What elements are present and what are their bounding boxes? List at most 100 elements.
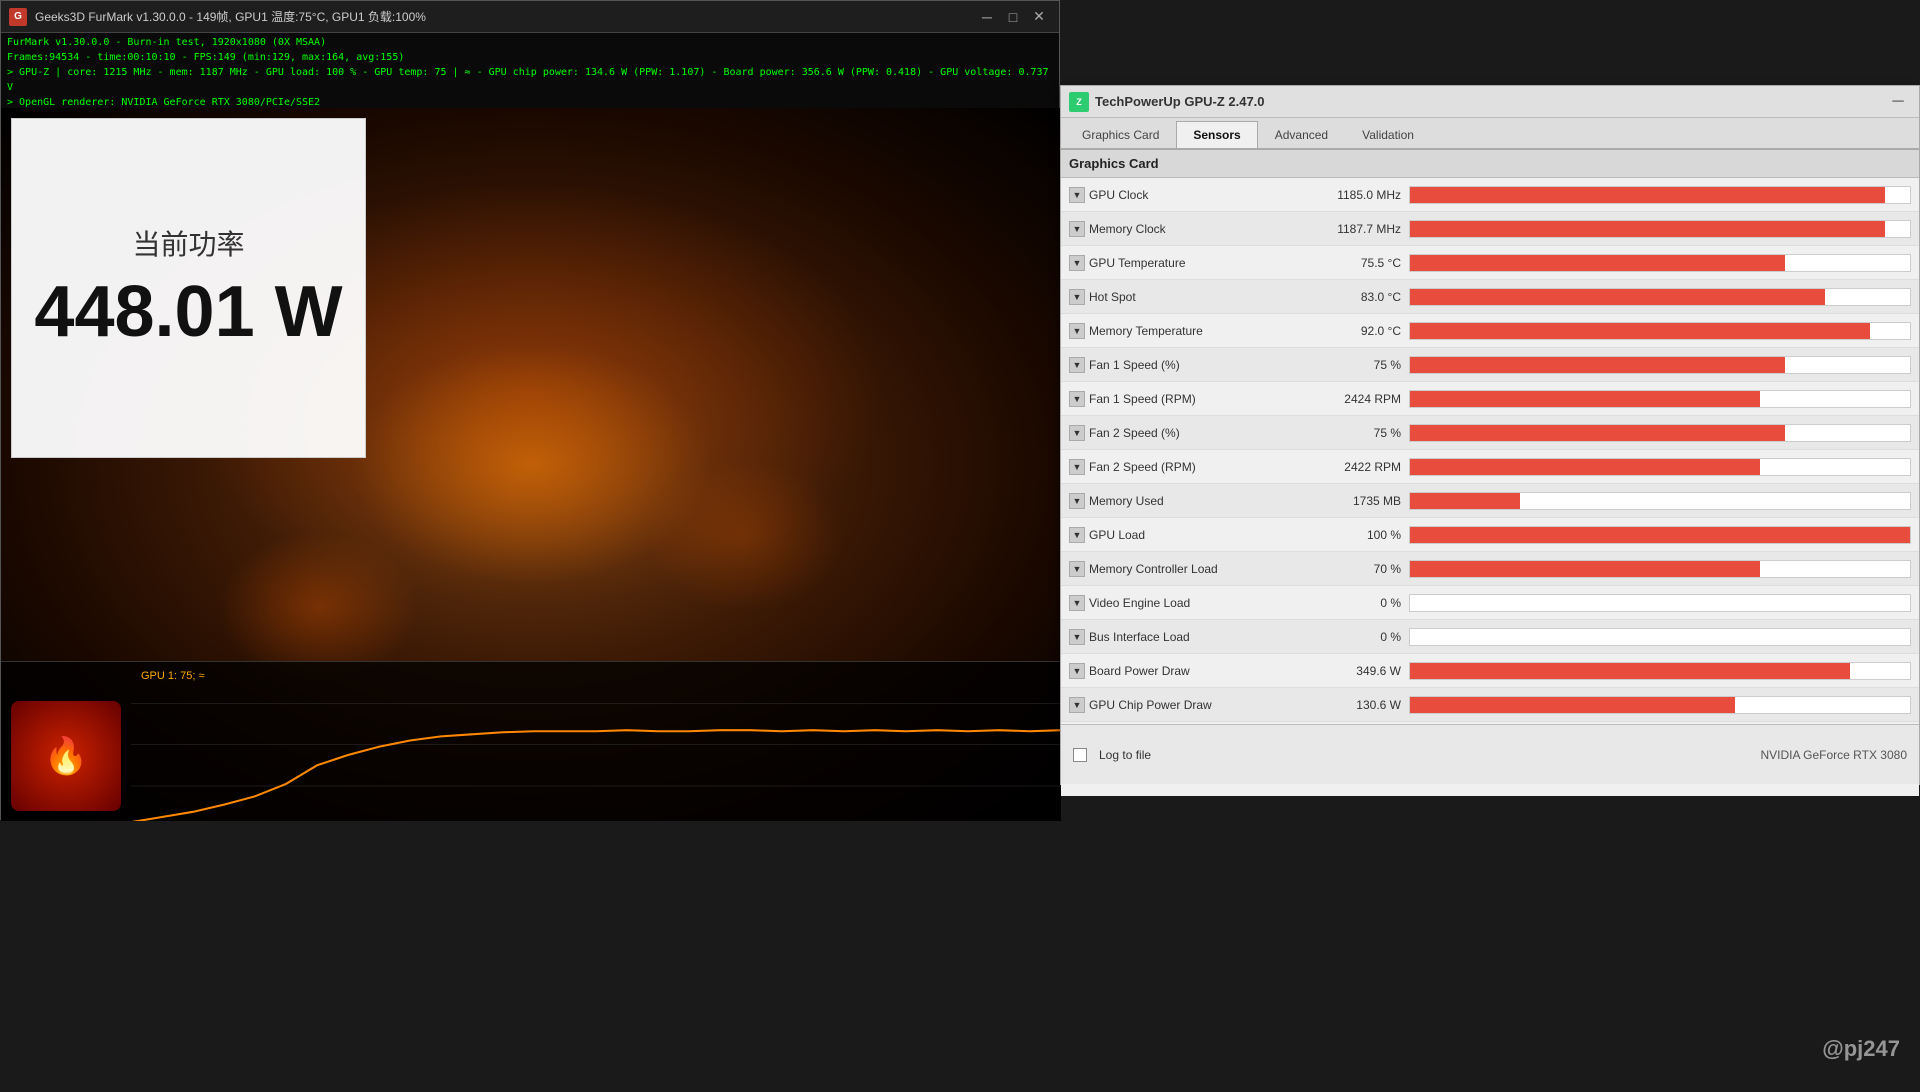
sensor-bar bbox=[1410, 391, 1760, 407]
sensor-dropdown[interactable]: ▼ bbox=[1069, 527, 1085, 543]
sensor-name-text: Memory Used bbox=[1089, 494, 1164, 508]
sensor-row: ▼ Fan 2 Speed (%) 75 % bbox=[1061, 416, 1919, 450]
sensor-bar bbox=[1410, 255, 1785, 271]
log-to-file-checkbox[interactable] bbox=[1073, 748, 1087, 762]
sensor-dropdown[interactable]: ▼ bbox=[1069, 255, 1085, 271]
sensor-value: 83.0 °C bbox=[1289, 290, 1409, 304]
sensor-bar-container bbox=[1409, 186, 1911, 204]
sensor-value: 1185.0 MHz bbox=[1289, 188, 1409, 202]
sensor-row: ▼ Fan 1 Speed (RPM) 2424 RPM bbox=[1061, 382, 1919, 416]
sensor-bar-container bbox=[1409, 492, 1911, 510]
sensor-bar bbox=[1410, 663, 1850, 679]
info-line-4: > OpenGL renderer: NVIDIA GeForce RTX 30… bbox=[7, 95, 1053, 108]
sensor-row: ▼ Memory Controller Load 70 % bbox=[1061, 552, 1919, 586]
sensor-row: ▼ Hot Spot 83.0 °C bbox=[1061, 280, 1919, 314]
tab-advanced[interactable]: Advanced bbox=[1258, 121, 1345, 148]
sensor-name-text: Fan 2 Speed (%) bbox=[1089, 426, 1180, 440]
sensor-bar-container bbox=[1409, 696, 1911, 714]
sensor-name-text: Video Engine Load bbox=[1089, 596, 1190, 610]
sensor-dropdown[interactable]: ▼ bbox=[1069, 595, 1085, 611]
gpuz-minimize-button[interactable]: ─ bbox=[1885, 89, 1911, 115]
sensor-name: ▼Fan 2 Speed (RPM) bbox=[1069, 459, 1289, 475]
sensor-name: ▼ Video Engine Load bbox=[1069, 595, 1289, 611]
sensor-dropdown[interactable]: ▼ bbox=[1069, 663, 1085, 679]
furmark-maximize-button[interactable]: □ bbox=[1001, 5, 1025, 29]
gpuz-title: TechPowerUp GPU-Z 2.47.0 bbox=[1095, 94, 1885, 109]
sensor-name-text: GPU Clock bbox=[1089, 188, 1148, 202]
sensor-name: ▼ Fan 1 Speed (RPM) bbox=[1069, 391, 1289, 407]
power-label: 当前功率 bbox=[132, 223, 244, 263]
furmark-icon: G bbox=[9, 8, 27, 26]
tab-sensors[interactable]: Sensors bbox=[1176, 121, 1257, 148]
sensor-value: 70 % bbox=[1289, 562, 1409, 576]
sensor-bar bbox=[1410, 561, 1760, 577]
sensor-bar-container bbox=[1409, 390, 1911, 408]
sensor-value: 0 % bbox=[1289, 596, 1409, 610]
info-line-2: Frames:94534 - time:00:10:10 - FPS:149 (… bbox=[7, 50, 1053, 65]
furmark-logo: 🔥 bbox=[11, 701, 121, 811]
sensor-dropdown[interactable]: ▼ bbox=[1069, 425, 1085, 441]
sensor-bar-container bbox=[1409, 254, 1911, 272]
sensor-dropdown[interactable]: ▼ bbox=[1069, 289, 1085, 305]
sensor-bar bbox=[1410, 357, 1785, 373]
sensor-name-text: Board Power Draw bbox=[1089, 664, 1190, 678]
sensor-row: ▼GPU Temperature75.5 °C bbox=[1061, 246, 1919, 280]
info-line-3: > GPU-Z | core: 1215 MHz - mem: 1187 MHz… bbox=[7, 65, 1053, 95]
sensor-row: ▼ Memory Clock 1187.7 MHz bbox=[1061, 212, 1919, 246]
power-overlay: 当前功率 448.01 W bbox=[11, 118, 366, 458]
sensor-value: 75 % bbox=[1289, 426, 1409, 440]
sensor-name-text: Memory Clock bbox=[1089, 222, 1166, 236]
sensor-dropdown[interactable]: ▼ bbox=[1069, 629, 1085, 645]
furmark-info-bar: FurMark v1.30.0.0 - Burn-in test, 1920x1… bbox=[1, 33, 1059, 108]
sensor-dropdown[interactable]: ▼ bbox=[1069, 187, 1085, 203]
sensor-row: ▼Fan 1 Speed (%)75 % bbox=[1061, 348, 1919, 382]
sensor-value: 100 % bbox=[1289, 528, 1409, 542]
sensor-bar-container bbox=[1409, 662, 1911, 680]
sensor-bar bbox=[1410, 493, 1520, 509]
gpuz-tabs: Graphics Card Sensors Advanced Validatio… bbox=[1061, 118, 1919, 150]
sensor-bar bbox=[1410, 221, 1885, 237]
sensor-value: 75.5 °C bbox=[1289, 256, 1409, 270]
sensor-name-text: Memory Controller Load bbox=[1089, 562, 1218, 576]
sensor-bar-container bbox=[1409, 526, 1911, 544]
sensor-name: ▼GPU Load bbox=[1069, 527, 1289, 543]
sensor-dropdown[interactable]: ▼ bbox=[1069, 221, 1085, 237]
sensor-value: 130.6 W bbox=[1289, 698, 1409, 712]
sensor-bar bbox=[1410, 697, 1735, 713]
sensor-bar-container bbox=[1409, 424, 1911, 442]
sensor-dropdown[interactable]: ▼ bbox=[1069, 459, 1085, 475]
sensor-name: ▼GPU Temperature bbox=[1069, 255, 1289, 271]
sensor-row: ▼ GPU Clock 1185.0 MHz bbox=[1061, 178, 1919, 212]
sensor-value: 92.0 °C bbox=[1289, 324, 1409, 338]
sensor-bar-container bbox=[1409, 594, 1911, 612]
sensor-dropdown[interactable]: ▼ bbox=[1069, 323, 1085, 339]
sensor-row: ▼GPU Load100 % bbox=[1061, 518, 1919, 552]
sensor-name-text: Memory Temperature bbox=[1089, 324, 1203, 338]
sensor-name-text: Bus Interface Load bbox=[1089, 630, 1190, 644]
sensor-name-text: Hot Spot bbox=[1089, 290, 1136, 304]
sensor-row: ▼Memory Used1735 MB bbox=[1061, 484, 1919, 518]
furmark-minimize-button[interactable]: ─ bbox=[975, 5, 999, 29]
sensor-dropdown[interactable]: ▼ bbox=[1069, 561, 1085, 577]
sensor-name: ▼ Hot Spot bbox=[1069, 289, 1289, 305]
furmark-graph: GPU 1: 75; ≈ 🔥 bbox=[1, 661, 1061, 821]
sensor-dropdown[interactable]: ▼ bbox=[1069, 391, 1085, 407]
sensor-name-text: Fan 1 Speed (RPM) bbox=[1089, 392, 1196, 406]
sensor-dropdown[interactable]: ▼ bbox=[1069, 357, 1085, 373]
sensor-name: ▼ GPU Clock bbox=[1069, 187, 1289, 203]
furmark-title: Geeks3D FurMark v1.30.0.0 - 149帧, GPU1 温… bbox=[35, 8, 973, 25]
sensor-name: ▼Fan 1 Speed (%) bbox=[1069, 357, 1289, 373]
gpuz-titlebar: Z TechPowerUp GPU-Z 2.47.0 ─ bbox=[1061, 86, 1919, 118]
sensor-row: ▼Bus Interface Load0 % bbox=[1061, 620, 1919, 654]
sensor-dropdown[interactable]: ▼ bbox=[1069, 697, 1085, 713]
sensor-value: 1187.7 MHz bbox=[1289, 222, 1409, 236]
tab-graphics-card[interactable]: Graphics Card bbox=[1065, 121, 1176, 148]
tab-validation[interactable]: Validation bbox=[1345, 121, 1431, 148]
gpuz-footer: Log to file NVIDIA GeForce RTX 3080 bbox=[1061, 724, 1919, 784]
sensor-bar-container bbox=[1409, 220, 1911, 238]
furmark-canvas: 当前功率 448.01 W GPU 1: 75; ≈ 🔥 bbox=[1, 108, 1061, 821]
furmark-window: G Geeks3D FurMark v1.30.0.0 - 149帧, GPU1… bbox=[0, 0, 1060, 820]
furmark-close-button[interactable]: ✕ bbox=[1027, 5, 1051, 29]
sensor-dropdown[interactable]: ▼ bbox=[1069, 493, 1085, 509]
sensor-value: 2424 RPM bbox=[1289, 392, 1409, 406]
